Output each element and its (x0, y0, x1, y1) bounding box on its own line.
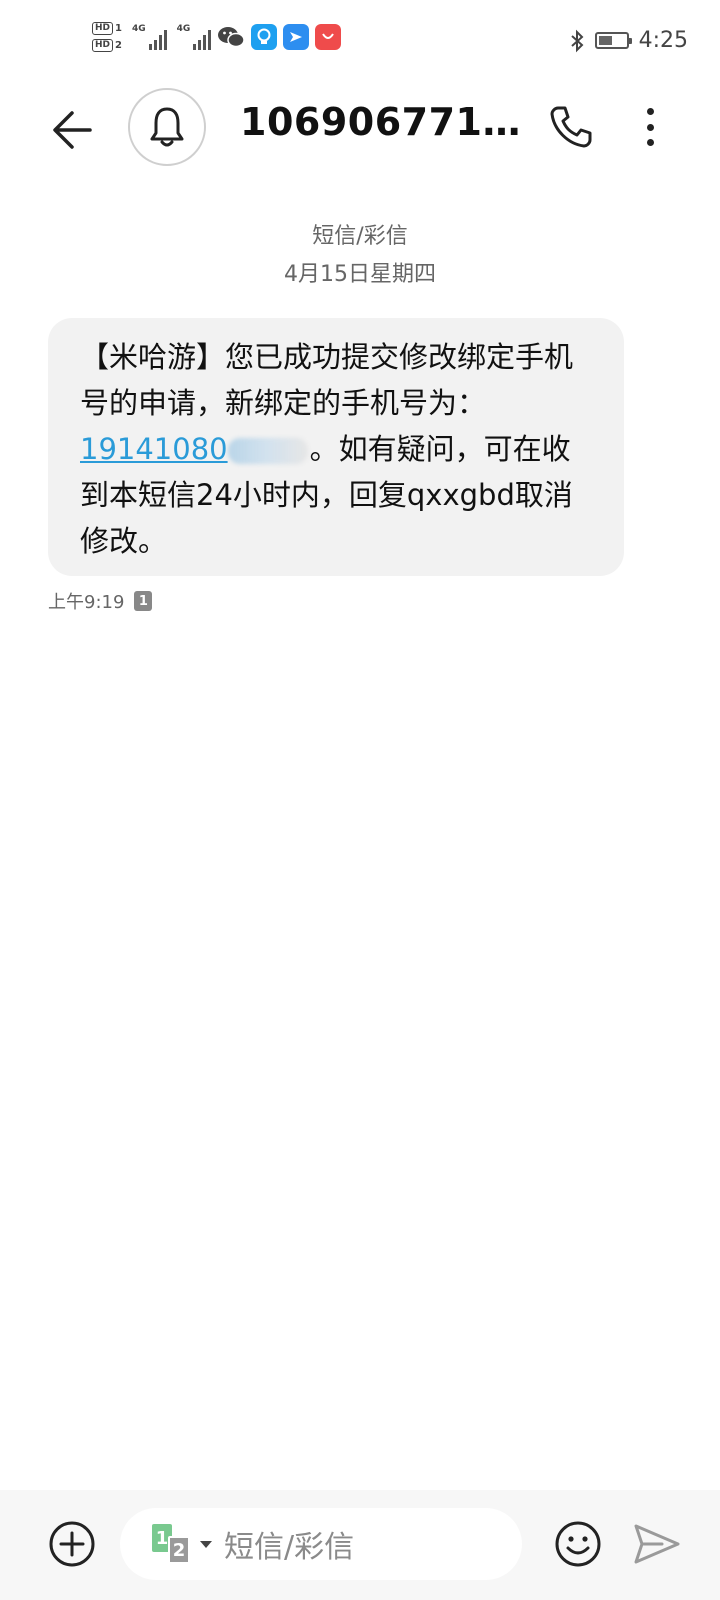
hd-sim-number: 2 (115, 40, 122, 51)
hd-sim-number: 1 (115, 23, 122, 34)
more-options-icon[interactable] (640, 104, 660, 150)
add-attachment-icon[interactable] (48, 1520, 96, 1568)
bluetooth-icon (570, 29, 584, 52)
emoji-icon[interactable] (554, 1520, 602, 1568)
hd-label: HD (92, 22, 114, 35)
signal-icon-sim1: 4G (132, 24, 167, 50)
message-input[interactable]: 1 2 短信/彩信 (120, 1508, 522, 1580)
redaction-blur (227, 438, 308, 464)
message-input-placeholder: 短信/彩信 (224, 1530, 355, 1565)
clock: 4:25 (638, 28, 688, 53)
contact-number-title[interactable]: 10690677108... (240, 100, 530, 144)
back-arrow-icon[interactable] (46, 102, 102, 158)
phone-call-icon[interactable] (548, 104, 594, 150)
phone-number-link[interactable]: 19141080 (80, 432, 228, 466)
network-type: 4G (131, 24, 146, 34)
status-bar: HD 1 HD 2 4G 4G 4:25 (0, 0, 720, 86)
composer-bar: 1 2 短信/彩信 (0, 1490, 720, 1600)
hd-label: HD (92, 39, 114, 52)
hd-sim1: HD 1 (92, 22, 122, 35)
feishu-app-icon (283, 24, 310, 50)
hd-indicators: HD 1 HD 2 (92, 22, 122, 52)
contact-avatar[interactable] (128, 88, 206, 166)
battery-fill (598, 36, 612, 45)
send-icon[interactable] (632, 1520, 682, 1568)
message-bubble[interactable]: 【米哈游】您已成功提交修改绑定手机号的申请，新绑定的手机号为：19141080。… (48, 318, 624, 576)
conversation-header: 10690677108... (0, 86, 720, 172)
message-time: 上午9:19 (48, 592, 125, 613)
bell-icon (150, 107, 184, 147)
status-right: 4:25 (569, 28, 688, 53)
date-separator: 4月15日星期四 (284, 262, 436, 287)
message-type-label: 短信/彩信 (312, 224, 408, 249)
message-text-part: 【米哈游】您已成功提交修改绑定手机号的申请，新绑定的手机号为： (80, 340, 574, 420)
network-type: 4G (176, 24, 191, 34)
app-store-icon (315, 24, 342, 50)
chevron-down-icon[interactable] (200, 1540, 212, 1548)
message-meta: 上午9:19 1 (48, 588, 153, 614)
bulb-app-icon (251, 24, 278, 50)
hd-sim2: HD 2 (92, 39, 122, 52)
status-left: HD 1 HD 2 4G 4G (92, 22, 342, 52)
sim-selector[interactable]: 1 2 (152, 1524, 196, 1564)
sim-badge: 1 (134, 591, 153, 611)
wechat-icon (218, 27, 246, 48)
sim2-icon: 2 (168, 1536, 190, 1564)
battery-icon (594, 32, 632, 49)
signal-icon-sim2: 4G (177, 24, 212, 50)
